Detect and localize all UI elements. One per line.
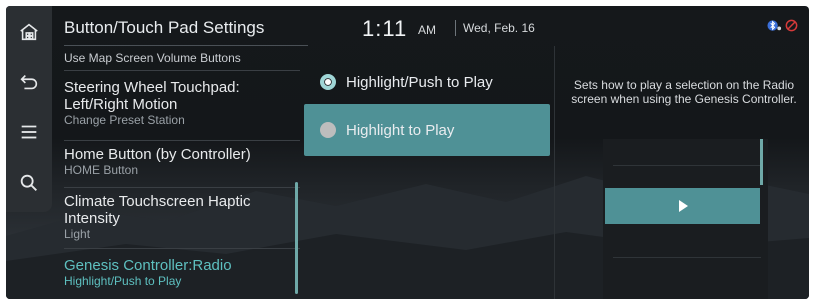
page-title: Button/Touch Pad Settings: [64, 18, 265, 37]
item-value: Highlight/Push to Play: [64, 274, 182, 288]
clock-divider: [455, 20, 456, 36]
play-icon: [678, 200, 688, 212]
list-item-map-volume[interactable]: Use Map Screen Volume Buttons: [64, 51, 300, 65]
preview-scrollbar: [760, 139, 763, 185]
panel-divider: [554, 46, 555, 299]
help-description: Sets how to play a selection on the Radi…: [571, 78, 797, 106]
radio-unselected: [320, 122, 336, 138]
option-highlight-to-play[interactable]: Highlight to Play: [304, 104, 550, 156]
item-title: Home Button (by Controller): [64, 146, 251, 163]
bluetooth-icon: [767, 20, 782, 31]
list-scrollbar[interactable]: [295, 182, 298, 294]
side-nav-rail: [6, 6, 52, 212]
list-item-touchpad-motion[interactable]: Steering Wheel Touchpad: Left/Right Moti…: [64, 79, 300, 127]
search-button[interactable]: [6, 163, 52, 203]
home-icon: [20, 23, 38, 41]
clock-time: 1:11: [362, 16, 408, 41]
settings-screen: Button/Touch Pad Settings Use Map Screen…: [6, 6, 809, 299]
item-title: Use Map Screen Volume Buttons: [64, 51, 241, 65]
option-highlight-push-to-play[interactable]: Highlight/Push to Play: [304, 56, 550, 108]
radio-selected: [320, 74, 336, 90]
list-divider: [64, 70, 300, 71]
title-divider: [64, 45, 308, 46]
item-title: Genesis Controller:Radio: [64, 257, 232, 274]
list-divider: [64, 140, 300, 141]
item-value: HOME Button: [64, 163, 139, 177]
preview-illustration: [603, 139, 768, 299]
list-divider: [64, 187, 300, 188]
item-value: Change Preset Station: [64, 113, 185, 127]
list-divider: [64, 248, 300, 249]
mute-icon: [785, 19, 798, 32]
preview-row-divider: [613, 257, 761, 258]
home-button[interactable]: [6, 12, 52, 52]
list-item-home-button[interactable]: Home Button (by Controller) HOME Button: [64, 146, 300, 177]
menu-button[interactable]: [6, 112, 52, 152]
menu-icon: [21, 125, 37, 139]
search-icon: [20, 174, 37, 191]
clock-date: Wed, Feb. 16: [463, 21, 535, 35]
item-title: Steering Wheel Touchpad: Left/Right Moti…: [64, 79, 240, 113]
clock-ampm: AM: [418, 23, 436, 37]
back-button[interactable]: [6, 62, 52, 102]
list-item-haptic-intensity[interactable]: Climate Touchscreen Haptic Intensity Lig…: [64, 193, 300, 241]
item-title: Climate Touchscreen Haptic Intensity: [64, 193, 251, 227]
option-label: Highlight/Push to Play: [346, 73, 493, 91]
preview-row-divider: [613, 165, 761, 166]
list-item-genesis-controller-radio[interactable]: Genesis Controller:Radio Highlight/Push …: [64, 257, 300, 288]
status-icons: [767, 18, 799, 33]
item-value: Light: [64, 227, 91, 241]
option-label: Highlight to Play: [346, 121, 455, 139]
back-icon: [20, 74, 38, 90]
preview-highlight-bar: [605, 188, 760, 224]
